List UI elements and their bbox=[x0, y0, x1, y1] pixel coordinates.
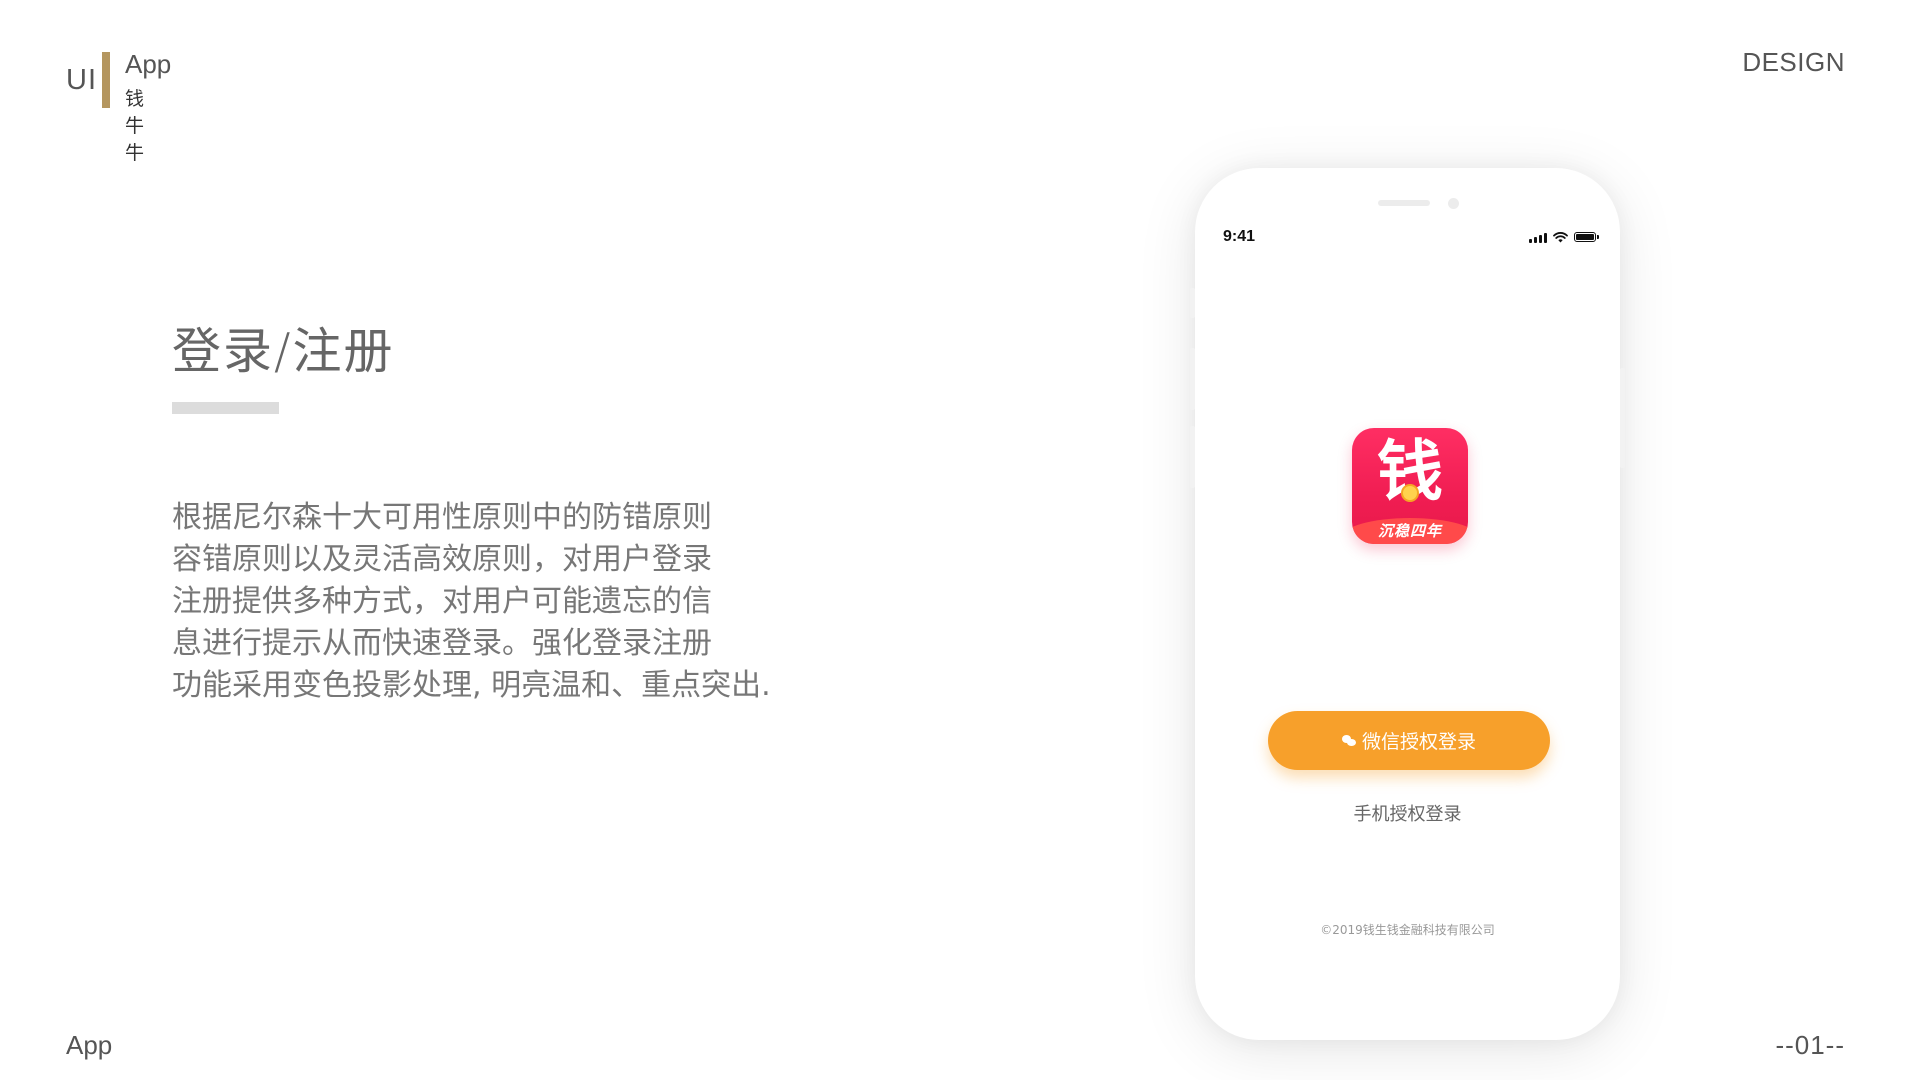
description-line: 根据尼尔森十大可用性原则中的防错原则 bbox=[172, 500, 712, 535]
copyright-text: ©2019钱生钱金融科技有限公司 bbox=[1320, 923, 1495, 937]
speaker-grille bbox=[1378, 200, 1430, 206]
coin-icon bbox=[1401, 484, 1419, 502]
phone-login-link[interactable]: 手机授权登录 bbox=[1195, 800, 1620, 826]
app-name: 钱牛牛 bbox=[125, 88, 145, 164]
volume-up-button bbox=[1190, 348, 1195, 410]
ui-label: UI bbox=[66, 64, 97, 96]
footer-app-label: App bbox=[66, 1030, 113, 1060]
page-number: --01-- bbox=[1775, 1030, 1845, 1060]
description-line: 容错原则以及灵活高效原则，对用户登录 bbox=[172, 542, 712, 577]
volume-down-button bbox=[1190, 426, 1195, 488]
wechat-login-button[interactable]: 微信授权登录 bbox=[1268, 711, 1550, 770]
app-logo-icon: 钱 沉稳四年 bbox=[1352, 428, 1468, 544]
wechat-login-label: 微信授权登录 bbox=[1361, 731, 1476, 753]
power-button bbox=[1620, 368, 1625, 468]
brand-divider-bar bbox=[102, 52, 110, 108]
title-underline bbox=[172, 402, 279, 414]
mute-switch bbox=[1190, 288, 1195, 318]
wechat-icon bbox=[1341, 734, 1356, 747]
signal-icon bbox=[1529, 232, 1547, 243]
status-time: 9:41 bbox=[1223, 228, 1256, 245]
front-camera bbox=[1448, 198, 1459, 209]
wifi-icon bbox=[1553, 231, 1568, 242]
phone-mockup: 9:41 钱 沉稳四年 微信授权登录 手机授权登录 ©2019钱生钱金融科技有限… bbox=[1190, 168, 1625, 1040]
app-label: App bbox=[125, 49, 172, 79]
description-line: 息进行提示从而快速登录。强化登录注册 bbox=[172, 626, 712, 661]
design-label: DESIGN bbox=[1742, 47, 1845, 77]
page-title: 登录/注册 bbox=[172, 323, 395, 380]
status-icons bbox=[1529, 230, 1599, 244]
description-line: 功能采用变色投影处理, 明亮温和、重点突出. bbox=[172, 668, 771, 703]
description: 根据尼尔森十大可用性原则中的防错原则 容错原则以及灵活高效原则，对用户登录 注册… bbox=[172, 497, 812, 707]
app-logo-tagline: 沉稳四年 bbox=[1377, 522, 1442, 540]
description-line: 注册提供多种方式，对用户可能遗忘的信 bbox=[172, 584, 712, 619]
battery-icon bbox=[1574, 232, 1599, 242]
